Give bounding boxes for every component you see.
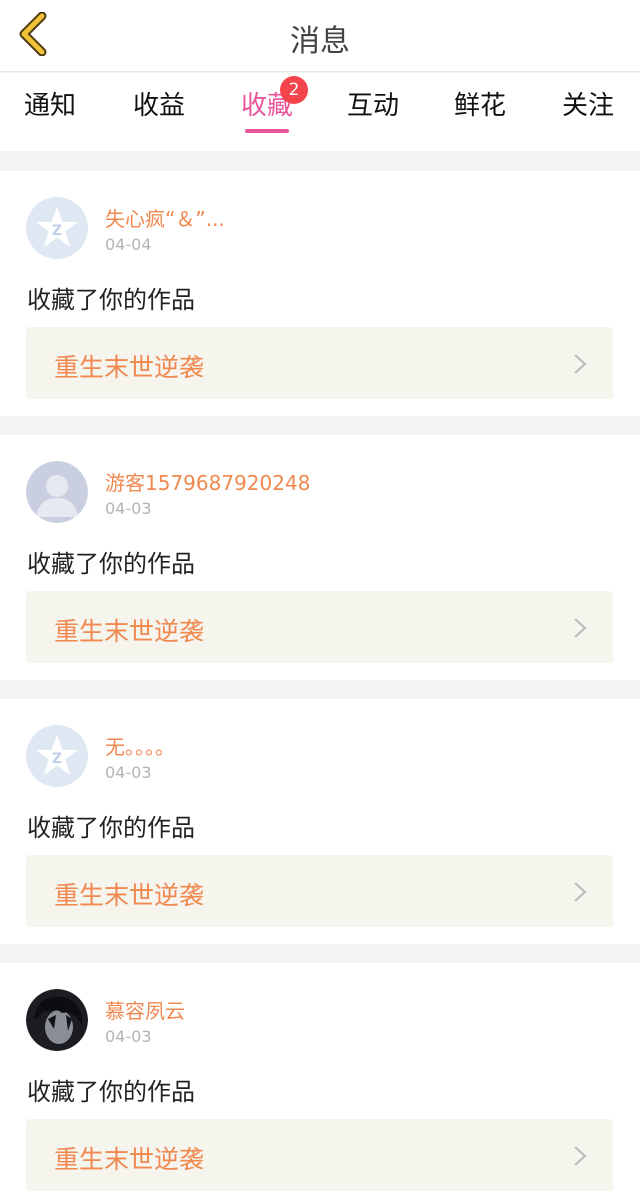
chevron-right-icon	[574, 882, 587, 902]
active-tab-indicator	[245, 129, 289, 133]
tab-label: 通知	[23, 91, 76, 121]
top-bar: 消息	[0, 0, 640, 72]
star-avatar-icon: Z	[26, 725, 88, 787]
work-title: 重生末世逆袭	[54, 881, 205, 910]
tab-notice[interactable]: 通知	[0, 85, 100, 135]
user-name[interactable]: 慕容夙云	[105, 995, 185, 1024]
message-text: 收藏了你的作品	[27, 1078, 195, 1106]
message-card: 游客1579687920248 04-03 收藏了你的作品 重生末世逆袭	[0, 435, 640, 680]
work-title: 重生末世逆袭	[54, 617, 205, 646]
message-card: 慕容夙云 04-03 收藏了你的作品 重生末世逆袭	[0, 963, 640, 1194]
message-text: 收藏了你的作品	[27, 550, 195, 578]
user-name[interactable]: 无。。。。	[105, 731, 175, 760]
default-star-avatar[interactable]: Z	[26, 725, 88, 787]
tab-income[interactable]: 收益	[109, 85, 209, 135]
chevron-right-icon	[574, 618, 587, 638]
tab-follow[interactable]: 关注	[538, 85, 638, 135]
user-name[interactable]: 游客1579687920248	[105, 467, 310, 496]
tab-flowers[interactable]: 鲜花	[430, 85, 530, 135]
page-title: 消息	[290, 24, 350, 59]
work-link[interactable]: 重生末世逆袭	[26, 855, 613, 927]
user-name[interactable]: 失心疯“＆”...	[105, 203, 225, 232]
svg-text:Z: Z	[52, 223, 62, 239]
message-text: 收藏了你的作品	[27, 286, 195, 314]
work-link[interactable]: 重生末世逆袭	[26, 327, 613, 399]
tab-label: 关注	[561, 91, 614, 121]
message-text: 收藏了你的作品	[27, 814, 195, 842]
work-link[interactable]: 重生末世逆袭	[26, 1119, 613, 1191]
message-card: Z 失心疯“＆”... 04-04 收藏了你的作品 重生末世逆袭	[0, 171, 640, 416]
default-star-avatar[interactable]: Z	[26, 197, 88, 259]
default-person-avatar[interactable]	[26, 461, 88, 523]
work-title: 重生末世逆袭	[54, 1145, 205, 1174]
tab-bar: 通知 收益 收藏 2 互动 鲜花 关注	[0, 73, 640, 151]
message-date: 04-03	[105, 499, 152, 518]
message-date: 04-04	[105, 235, 152, 254]
tab-label: 互动	[346, 91, 399, 121]
work-link[interactable]: 重生末世逆袭	[26, 591, 613, 663]
chevron-right-icon	[574, 1146, 587, 1166]
tab-label: 收益	[132, 91, 185, 121]
message-card: Z 无。。。。 04-03 收藏了你的作品 重生末世逆袭	[0, 699, 640, 944]
user-photo-icon	[26, 989, 88, 1051]
tab-favorites[interactable]: 收藏 2	[217, 76, 317, 135]
svg-text:Z: Z	[52, 751, 62, 767]
photo-avatar[interactable]	[26, 989, 88, 1051]
person-avatar-icon	[26, 461, 88, 523]
tab-interaction[interactable]: 互动	[323, 85, 423, 135]
tab-label: 鲜花	[453, 91, 506, 121]
star-avatar-icon: Z	[26, 197, 88, 259]
chevron-right-icon	[574, 354, 587, 374]
message-date: 04-03	[105, 763, 152, 782]
message-date: 04-03	[105, 1027, 152, 1046]
unread-badge: 2	[280, 76, 308, 104]
work-title: 重生末世逆袭	[54, 353, 205, 382]
